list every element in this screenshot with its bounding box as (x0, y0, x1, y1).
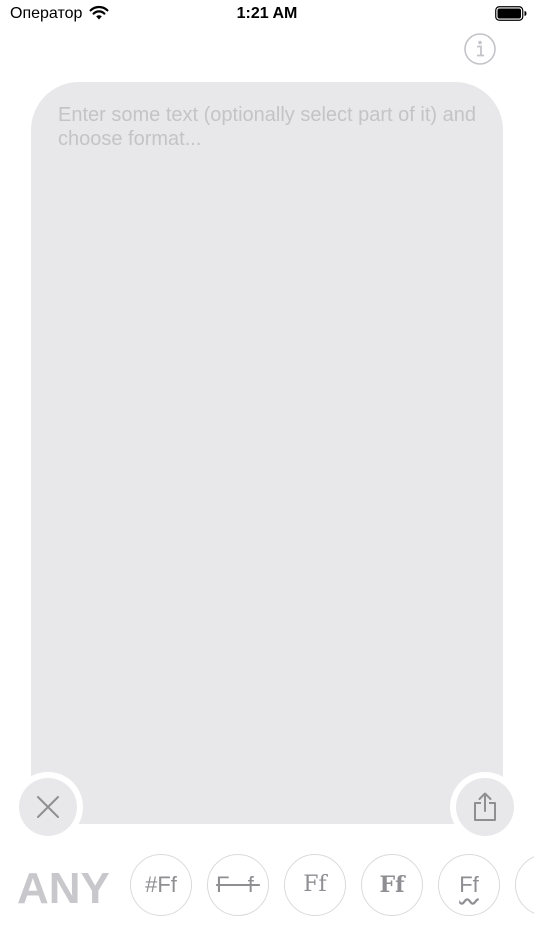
format-hashtag-label: #Ff (145, 872, 177, 897)
format-flipped-label: Ff (379, 872, 405, 898)
close-icon (37, 796, 59, 818)
clear-button[interactable] (19, 778, 77, 836)
text-editor[interactable]: Enter some text (optionally select part … (31, 82, 503, 824)
format-bar: ANY #Ff F f Ff Ff Ff (0, 848, 534, 926)
format-hashtag-button[interactable]: #Ff (130, 854, 192, 916)
format-strikethrough-label: F f (216, 872, 260, 897)
any-format-button[interactable]: ANY (17, 864, 110, 914)
format-flipped-button[interactable]: Ff (361, 854, 423, 916)
status-time: 1:21 AM (236, 5, 298, 22)
editor-placeholder: Enter some text (optionally select part … (58, 104, 476, 150)
share-button[interactable] (456, 778, 514, 836)
format-strikethrough-button[interactable]: F f (207, 854, 269, 916)
format-double-struck-button[interactable]: Ff (284, 854, 346, 916)
format-wavy-underline-label: Ff (459, 872, 479, 897)
share-icon (474, 792, 496, 821)
format-wavy-underline-button[interactable]: Ff (438, 854, 500, 916)
format-more-button[interactable] (515, 854, 534, 916)
battery-icon (495, 6, 527, 21)
status-bar: Оператор 1:21 AM (0, 0, 534, 30)
format-double-struck-label: Ff (303, 872, 327, 897)
info-icon[interactable] (464, 33, 496, 65)
